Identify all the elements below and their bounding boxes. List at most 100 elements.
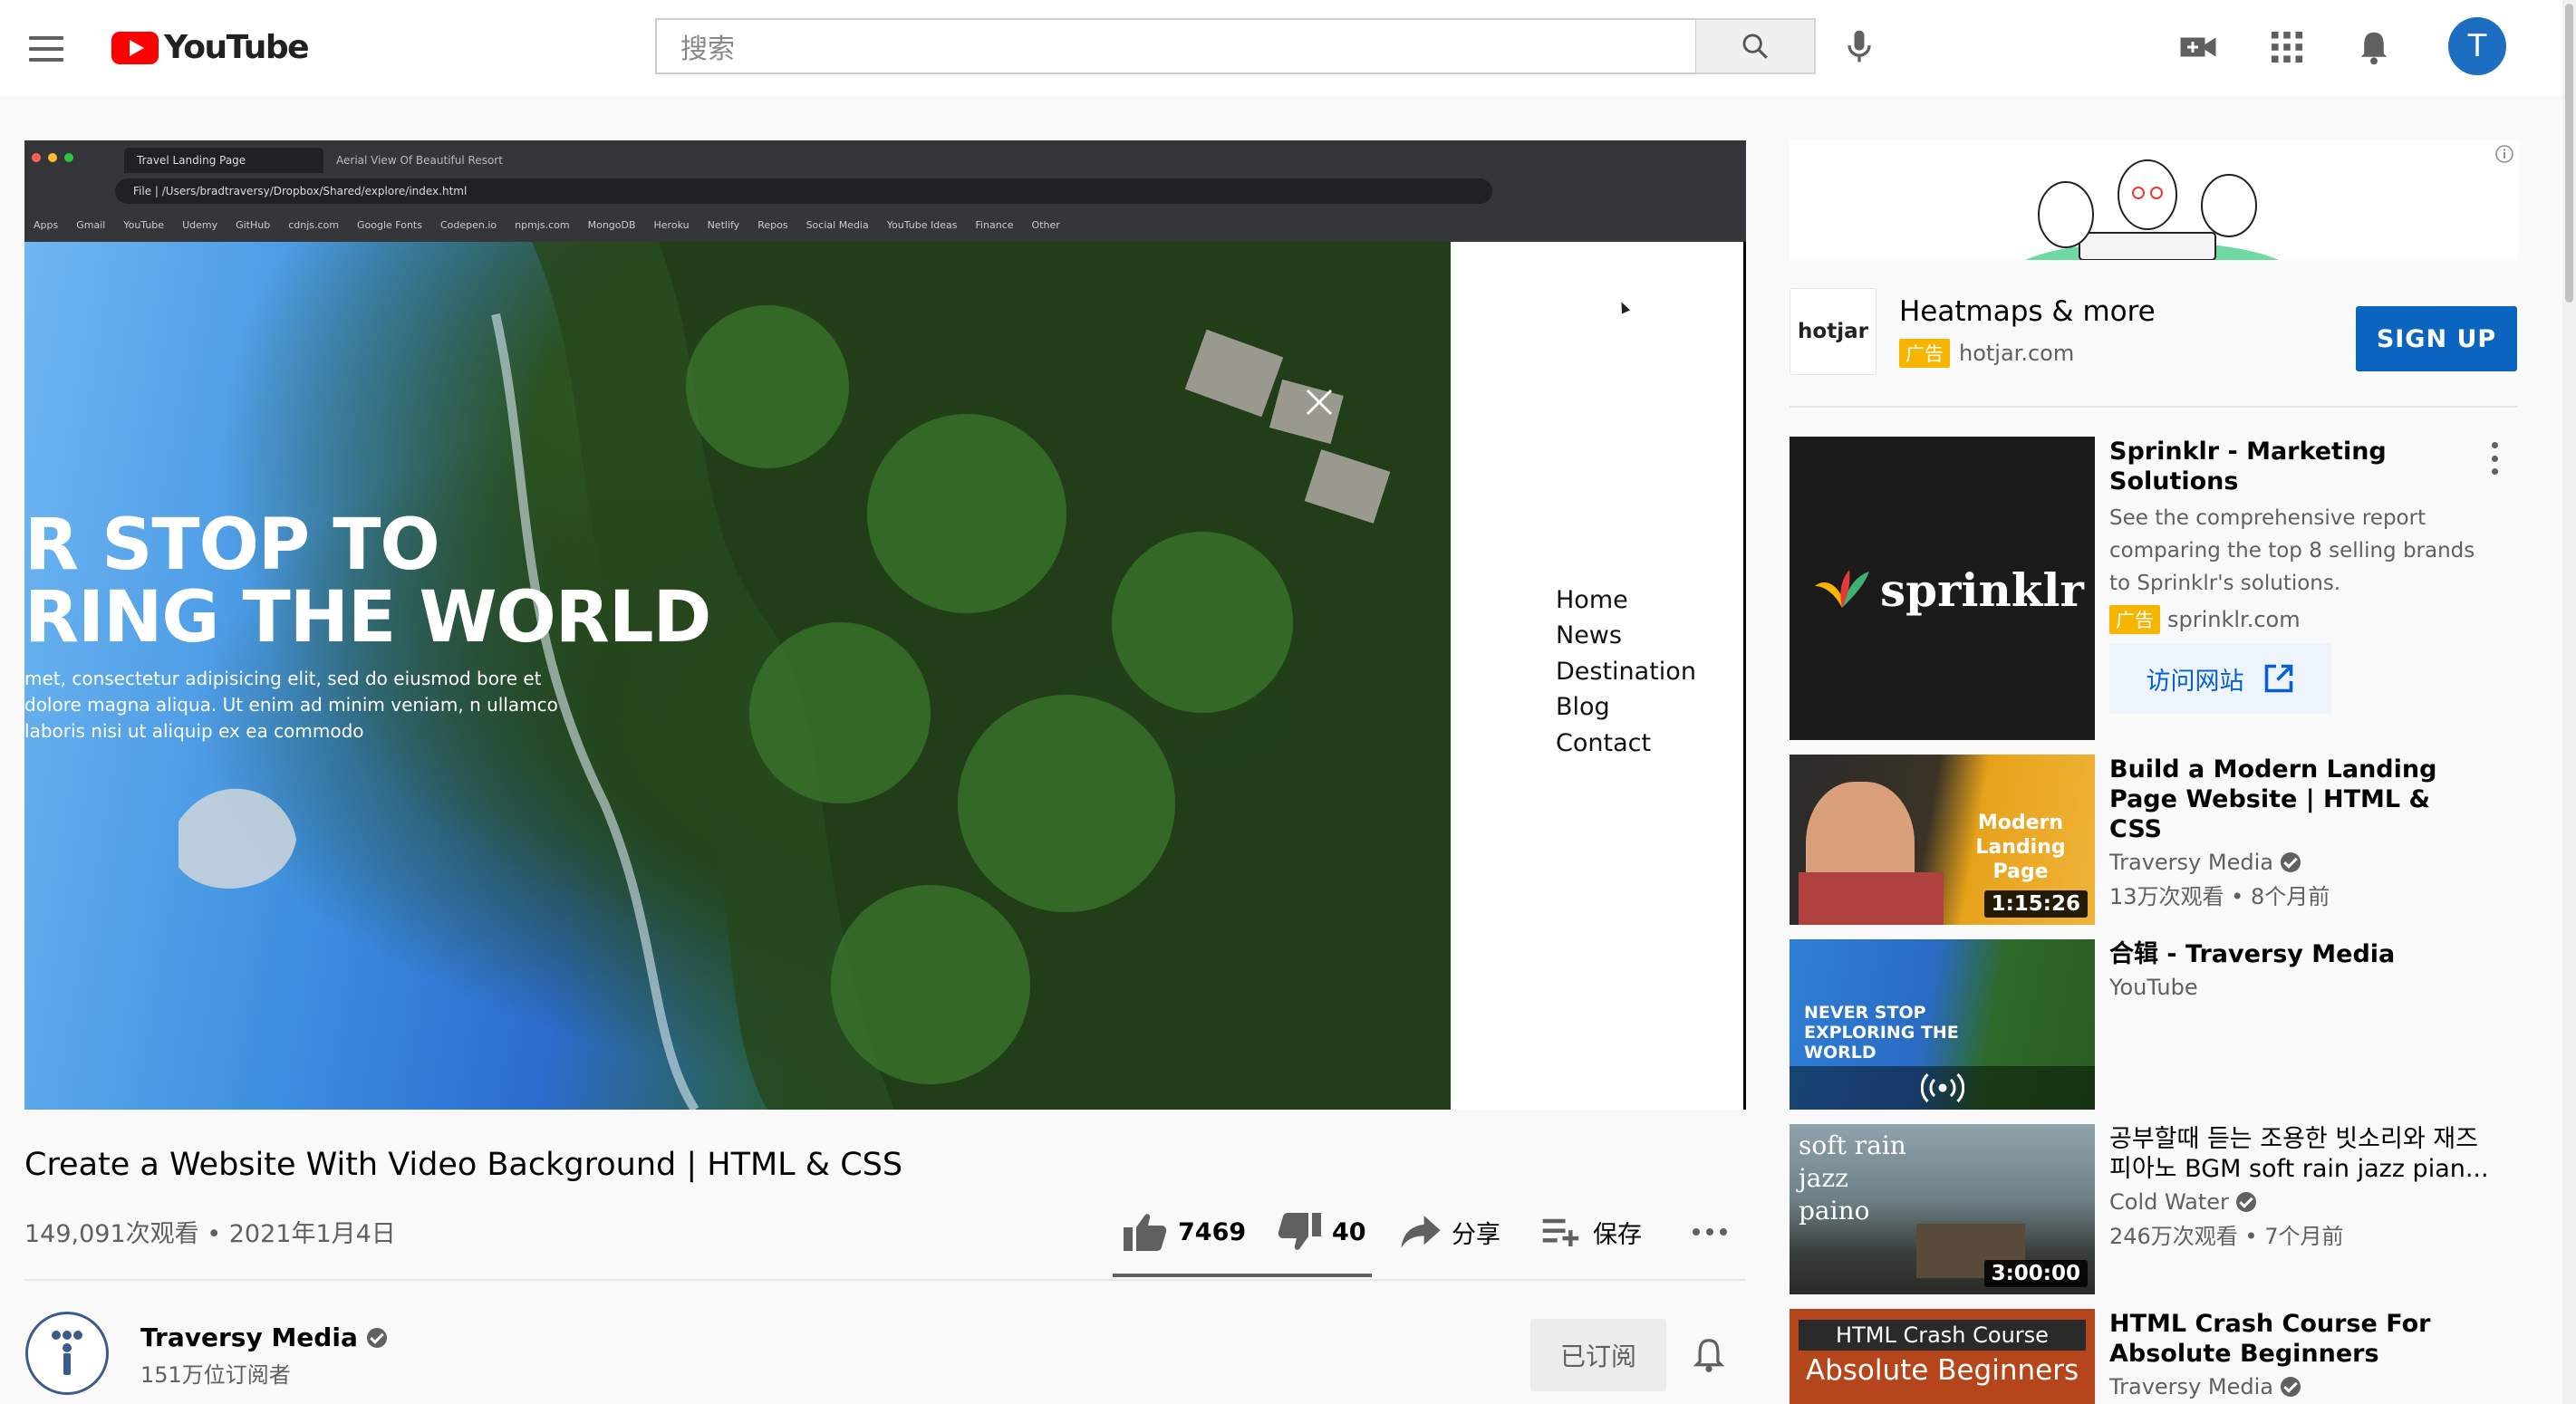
youtube-logo[interactable]: YouTube [111, 29, 310, 66]
rec-channel: Traversy Media [2109, 850, 2490, 875]
recommendation-ad[interactable]: Sprinklr - Marketing Solutions See the c… [2109, 437, 2490, 634]
sprinklr-thumbnail[interactable]: sprinklr [1790, 437, 2095, 740]
rec-channel-name: Traversy Media [2109, 1374, 2273, 1399]
recommendation-item[interactable]: 合辑 - Traversy Media YouTube [2109, 939, 2490, 1000]
voice-search-button[interactable] [1839, 25, 1879, 69]
recommendation-item[interactable]: Build a Modern Landing Page Website | HT… [2109, 755, 2490, 910]
thumbnail-caption-line-2: Absolute Beginners [1805, 1354, 2079, 1387]
ad-domain: hotjar.com [1959, 341, 2075, 366]
hero-paragraph: met, consectetur adipisicing elit, sed d… [24, 668, 558, 742]
duration-badge: 1:15:26 [1983, 890, 2088, 918]
rec-meta: 246万次观看 • 7个月前 [2109, 1224, 2344, 1249]
ad-info-icon[interactable] [2494, 144, 2514, 164]
sprinklr-wordmark: sprinklr [1880, 563, 2084, 617]
sign-up-button[interactable]: SIGN UP [2356, 306, 2517, 371]
more-actions-button[interactable] [1693, 1205, 1727, 1259]
bookmark: YouTube Ideas [886, 218, 958, 231]
bookmark: Gmail [76, 218, 106, 231]
more-options-icon[interactable] [2492, 442, 2499, 475]
video-player[interactable]: Travel Landing Page Aerial View Of Beaut… [24, 140, 1746, 1110]
ad-badge: 广告 [2109, 605, 2160, 634]
bookmark: Heroku [653, 218, 690, 231]
channel-notification-button[interactable] [1693, 1337, 1729, 1373]
share-label: 分享 [1452, 1220, 1500, 1249]
account-avatar[interactable]: T [2448, 17, 2506, 75]
bookmark: Codepen.io [439, 218, 497, 231]
save-button[interactable]: 保存 [1542, 1205, 1642, 1259]
share-arrow-icon [1401, 1216, 1441, 1248]
ad-domain-row: 广告 sprinklr.com [2109, 605, 2490, 634]
menu-item-destination: Destination [1556, 658, 1696, 686]
video-thumbnail[interactable]: HTML Crash Course Absolute Beginners [1790, 1309, 2095, 1404]
address-bar: File | /Users/bradtraversy/Dropbox/Share… [115, 178, 1492, 204]
like-button[interactable]: 7469 [1124, 1205, 1246, 1259]
rec-title: 공부할때 듣는 조용한 빗소리와 재즈 피아노 BGM soft rain ja… [2109, 1125, 2489, 1183]
maximize-dot [64, 153, 73, 162]
video-thumbnail[interactable]: soft rain jazz paino 3:00:00 [1790, 1124, 2095, 1294]
channel-avatar[interactable] [25, 1312, 109, 1395]
bookmark: Other [1031, 218, 1060, 231]
ad-banner[interactable] [1790, 140, 2518, 260]
microphone-icon [1848, 30, 1871, 63]
bookmark: Apps [34, 218, 59, 231]
recommendation-item[interactable]: HTML Crash Course For Absolute Beginners… [2109, 1309, 2490, 1399]
broadcast-icon [1920, 1072, 1964, 1103]
divider [24, 1279, 1746, 1281]
video-stats: 149,091次观看 • 2021年1月4日 [24, 1220, 396, 1248]
bell-icon [2360, 32, 2388, 65]
rec-domain: sprinklr.com [2167, 607, 2301, 632]
search-button[interactable] [1696, 18, 1816, 74]
promoted-ad[interactable]: hotjar Heatmaps & more 广告 hotjar.com SIG… [1790, 288, 2518, 379]
masthead: YouTube 搜索 T [0, 0, 2576, 96]
playlist-add-icon [1542, 1218, 1579, 1246]
thumbnail-caption-line-1: HTML Crash Course [1799, 1320, 2086, 1351]
playlist-thumbnail[interactable]: NEVER STOP EXPLORING THE WORLD [1790, 939, 2095, 1110]
channel-name[interactable]: Traversy Media [140, 1322, 387, 1352]
ad-badge: 广告 [1899, 339, 1950, 368]
create-video-button[interactable] [2178, 27, 2218, 67]
menu-icon[interactable] [29, 29, 63, 69]
like-count: 7469 [1178, 1217, 1247, 1246]
bookmark: MongoDB [587, 218, 636, 231]
notifications-button[interactable] [2354, 25, 2394, 69]
ad-domain-row: 广告 hotjar.com [1899, 339, 2074, 368]
video-thumbnail[interactable]: Modern Landing Page 1:15:26 [1790, 755, 2095, 925]
dislike-button[interactable]: 40 [1278, 1205, 1366, 1259]
like-ratio-bar [1113, 1274, 1372, 1277]
verified-icon [2280, 1377, 2301, 1397]
bookmark: Google Fonts [357, 218, 422, 231]
dislike-count: 40 [1332, 1217, 1366, 1246]
thumbs-up-icon [1124, 1214, 1167, 1251]
rec-description: See the comprehensive report comparing t… [2109, 506, 2475, 595]
sprinklr-logo-icon [1815, 570, 1869, 608]
hero-heading-line-1: R STOP TO [24, 505, 440, 586]
verified-icon [2280, 852, 2301, 872]
visit-site-button[interactable]: 访问网站 [2109, 643, 2331, 714]
save-label: 保存 [1593, 1220, 1642, 1249]
recommendation-item[interactable]: 공부할때 듣는 조용한 빗소리와 재즈 피아노 BGM soft rain ja… [2109, 1124, 2490, 1250]
thumbnail-caption: Modern Landing Page [1975, 812, 2066, 883]
rec-title: 合辑 - Traversy Media [2109, 940, 2396, 968]
apps-button[interactable] [2267, 27, 2307, 67]
bookmark: YouTube [123, 218, 165, 231]
youtube-play-icon [111, 31, 159, 64]
share-button[interactable]: 分享 [1401, 1205, 1500, 1259]
duration-badge: 3:00:00 [1983, 1260, 2088, 1287]
window-controls [32, 153, 73, 162]
more-dot-icon [1693, 1228, 1700, 1236]
menu-item-blog: Blog [1556, 693, 1610, 721]
bookmark: Social Media [806, 218, 869, 231]
rec-title: Build a Modern Landing Page Website | HT… [2109, 755, 2437, 843]
ad-title: Heatmaps & more [1899, 295, 2156, 328]
close-dot [32, 153, 41, 162]
menu-item-home: Home [1556, 586, 1628, 614]
browser-tab: Aerial View Of Beautiful Resort [336, 154, 503, 167]
scrollbar-thumb[interactable] [2565, 4, 2573, 303]
subscribed-button[interactable]: 已订阅 [1530, 1319, 1666, 1391]
visit-site-label: 访问网站 [2146, 667, 2244, 696]
thumbnail-caption: soft rain jazz paino [1799, 1130, 1906, 1226]
video-frame-aerial-scene: R STOP TO RING THE WORLD met, consectetu… [24, 242, 1451, 1110]
search-input[interactable]: 搜索 [655, 18, 1697, 74]
hero-heading-line-2: RING THE WORLD [24, 577, 711, 659]
bookmark: npmjs.com [515, 218, 570, 231]
